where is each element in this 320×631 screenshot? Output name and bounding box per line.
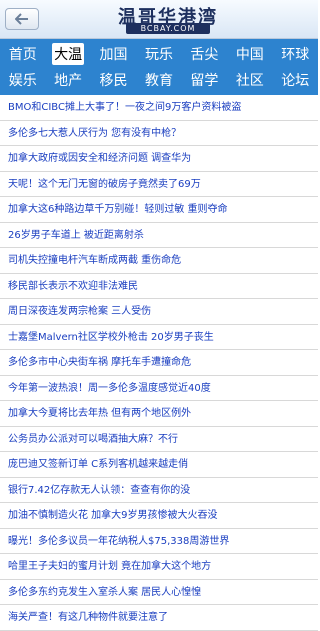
article-link[interactable]: 司机失控撞电杆汽车断成两截 重伤命危 bbox=[0, 248, 318, 274]
article-link[interactable]: 多伦多七大惹人厌行为 您有没有中枪？ bbox=[0, 121, 318, 146]
top-bar: 温哥华港湾 BCBAY.COM bbox=[0, 0, 318, 39]
article-link[interactable]: 公务员办公派对可以喝酒抽大麻？不行 bbox=[0, 427, 318, 452]
article-link[interactable]: 加拿大政府或因安全和经济问题 调查华为 bbox=[0, 146, 318, 172]
article-link[interactable]: 哈里王子夫妇的蜜月计划 竟在加拿大这个地方 bbox=[0, 554, 318, 580]
article-link[interactable]: 加拿大这6种路边草千万别碰！轻则过敏 重则夺命 bbox=[0, 197, 318, 223]
article-link[interactable]: BMO和CIBC摊上大事了！一夜之间9万客户资料被盗 bbox=[0, 95, 318, 121]
article-link[interactable]: 加油不慎制造火花 加拿大9岁男孩惨被大火吞没 bbox=[0, 503, 318, 529]
nav-row-2: 娱乐 地产 移民 教育 留学 社区 论坛 bbox=[0, 67, 318, 93]
back-button[interactable] bbox=[5, 8, 39, 30]
category-nav: 首页 大温 加国 玩乐 舌尖 中国 环球 娱乐 地产 移民 教育 留学 社区 论… bbox=[0, 39, 318, 95]
nav-item-immigration[interactable]: 移民 bbox=[91, 67, 136, 93]
back-arrow-icon bbox=[15, 13, 28, 25]
article-link[interactable]: 周日深夜连发两宗枪案 三人受伤 bbox=[0, 299, 318, 325]
site-logo[interactable]: 温哥华港湾 BCBAY.COM bbox=[108, 3, 228, 35]
article-link[interactable]: 海关严查！有这几种物件就要注意了 bbox=[0, 605, 318, 631]
nav-item-vancouver[interactable]: 大温 bbox=[45, 41, 90, 67]
nav-item-realestate[interactable]: 地产 bbox=[45, 67, 90, 93]
nav-item-canada[interactable]: 加国 bbox=[91, 41, 136, 67]
article-link[interactable]: 多伦多市中心央街车祸 摩托车手遭撞命危 bbox=[0, 350, 318, 376]
nav-item-education[interactable]: 教育 bbox=[136, 67, 181, 93]
article-list: BMO和CIBC摊上大事了！一夜之间9万客户资料被盗 多伦多七大惹人厌行为 您有… bbox=[0, 95, 318, 631]
article-link[interactable]: 多伦多东约克发生入室杀人案 居民人心惶惶 bbox=[0, 580, 318, 605]
article-link[interactable]: 士嘉堡Malvern社区学校外枪击 20岁男子丧生 bbox=[0, 325, 318, 350]
nav-item-forum[interactable]: 论坛 bbox=[273, 67, 318, 93]
nav-item-china[interactable]: 中国 bbox=[227, 41, 272, 67]
article-link[interactable]: 加拿大今夏将比去年热 但有两个地区例外 bbox=[0, 401, 318, 427]
article-link[interactable]: 26岁男子车道上 被近距离射杀 bbox=[0, 223, 318, 248]
article-link[interactable]: 银行7.42亿存款无人认领：查查有你的没 bbox=[0, 478, 318, 503]
nav-item-food[interactable]: 舌尖 bbox=[182, 41, 227, 67]
article-link[interactable]: 庞巴迪又签新订单 C系列客机越来越走俏 bbox=[0, 452, 318, 478]
nav-row-1: 首页 大温 加国 玩乐 舌尖 中国 环球 bbox=[0, 41, 318, 67]
article-link[interactable]: 今年第一波热浪！周一多伦多温度感觉近40度 bbox=[0, 376, 318, 401]
nav-item-entertainment[interactable]: 娱乐 bbox=[0, 67, 45, 93]
nav-item-home[interactable]: 首页 bbox=[0, 41, 45, 67]
nav-item-community[interactable]: 社区 bbox=[227, 67, 272, 93]
logo-subtitle: BCBAY.COM bbox=[126, 23, 210, 34]
nav-item-study-abroad[interactable]: 留学 bbox=[182, 67, 227, 93]
article-link[interactable]: 移民部长表示不欢迎非法难民 bbox=[0, 274, 318, 299]
nav-item-fun[interactable]: 玩乐 bbox=[136, 41, 181, 67]
nav-item-world[interactable]: 环球 bbox=[273, 41, 318, 67]
article-link[interactable]: 天呢！这个无门无窗的破房子竟然卖了69万 bbox=[0, 172, 318, 197]
article-link[interactable]: 曝光！多伦多议员一年花纳税人$75,338周游世界 bbox=[0, 529, 318, 554]
